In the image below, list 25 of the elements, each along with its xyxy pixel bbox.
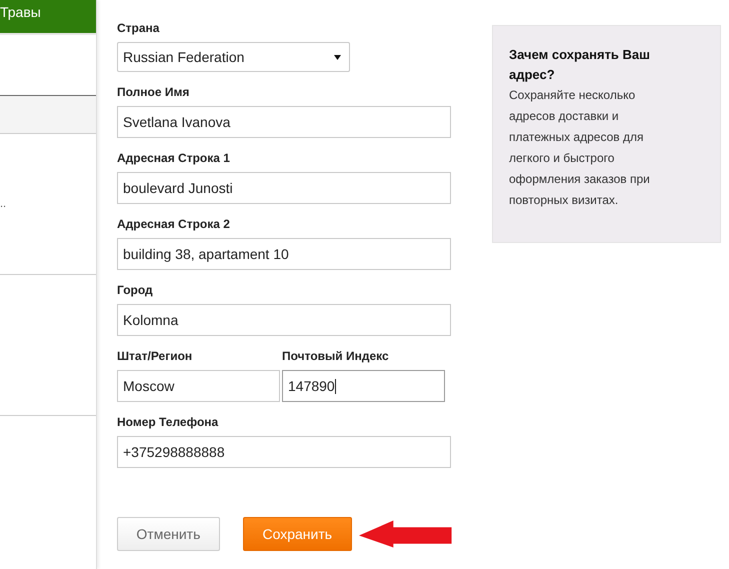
field-label: Штат/Регион [117, 349, 194, 363]
field-label: Адресная Строка 1 [117, 151, 231, 165]
field-label: Город [117, 283, 154, 297]
input-field[interactable]: Svetlana Ivanova [117, 106, 451, 138]
text-cursor-icon [334, 379, 336, 394]
cancel-button[interactable]: Отменить [117, 517, 220, 551]
input-field[interactable]: building 38, apartament 10 [117, 238, 451, 270]
info-text: Сохраняйте несколько адресов доставки и платежных адресов для легкого и быстрого оформления заказов при повторных визитах. [509, 87, 651, 209]
input-field[interactable]: boulevard Junosti [117, 172, 451, 204]
field-label: Номер Телефона [117, 415, 220, 429]
input-field[interactable]: +375298888888 [117, 436, 451, 468]
field-label: Страна [117, 21, 160, 35]
input-field[interactable]: 147890 [282, 370, 445, 402]
category-header[interactable]: Травы [0, 0, 96, 35]
dropdown-caret-icon [334, 54, 341, 60]
sidebar-item[interactable] [0, 95, 96, 133]
field-label: Адресная Строка 2 [117, 217, 231, 231]
field-label: Почтовый Индекс [282, 349, 390, 363]
input-field[interactable]: Moscow [117, 370, 280, 402]
sidebar-item[interactable]: .. [0, 133, 96, 274]
country-select[interactable]: Russian Federation [117, 42, 350, 72]
input-field[interactable]: Kolomna [117, 304, 451, 336]
info-title: Зачем сохранять Ваш адрес? [509, 46, 651, 84]
field-label: Полное Имя [117, 85, 190, 99]
item-label: .. [0, 198, 6, 210]
